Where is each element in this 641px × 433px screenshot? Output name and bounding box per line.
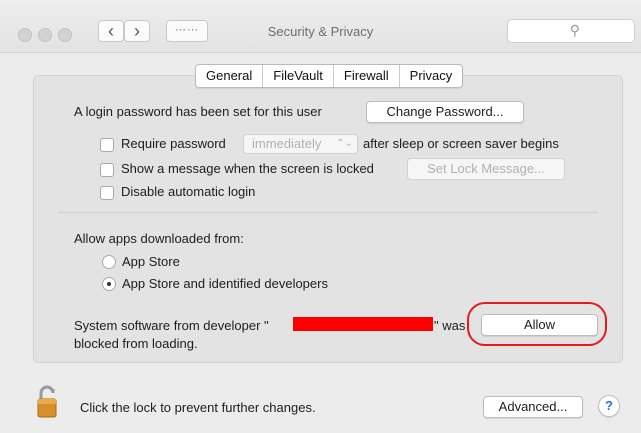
redacted-developer-name	[293, 317, 433, 331]
updown-chevron-icon: ⌃⌄	[336, 138, 353, 149]
help-button[interactable]: ?	[598, 395, 620, 417]
disable-autologin-label: Disable automatic login	[121, 184, 256, 199]
search-input[interactable]: ⚲	[507, 19, 635, 43]
title-bar: ‹ › ⋯⋯ Security & Privacy ⚲	[0, 0, 641, 53]
require-password-checkbox[interactable]	[100, 138, 114, 152]
change-password-button[interactable]: Change Password...	[366, 101, 524, 123]
advanced-button[interactable]: Advanced...	[483, 396, 583, 418]
tab-filevault[interactable]: FileVault	[263, 65, 334, 87]
login-password-label: A login password has been set for this u…	[74, 104, 322, 119]
blocked-suffix: " was	[434, 318, 466, 333]
blocked-line2: blocked from loading.	[74, 336, 198, 351]
require-password-suffix: after sleep or screen saver begins	[363, 136, 559, 151]
disable-autologin-checkbox[interactable]	[100, 186, 114, 200]
blocked-prefix: System software from developer "	[74, 318, 269, 333]
lock-text: Click the lock to prevent further change…	[80, 400, 316, 415]
tab-general[interactable]: General	[196, 65, 264, 87]
section-divider	[58, 212, 598, 213]
set-lock-message-button[interactable]: Set Lock Message...	[407, 158, 565, 180]
radio-app-store[interactable]	[102, 255, 116, 269]
require-password-delay-select[interactable]: immediately ⌃⌄	[243, 134, 358, 154]
radio-app-store-label: App Store	[122, 254, 180, 269]
tab-bar: General FileVault Firewall Privacy	[195, 64, 464, 88]
allow-apps-heading: Allow apps downloaded from:	[74, 231, 244, 246]
search-icon: ⚲	[569, 22, 580, 38]
radio-identified-developers-label: App Store and identified developers	[122, 276, 328, 291]
radio-identified-developers[interactable]	[102, 277, 116, 291]
show-message-label: Show a message when the screen is locked	[121, 161, 374, 176]
highlight-annotation	[467, 302, 607, 346]
show-message-checkbox[interactable]	[100, 163, 114, 177]
require-password-delay-value: immediately	[252, 136, 322, 151]
tab-firewall[interactable]: Firewall	[334, 65, 400, 87]
require-password-label: Require password	[121, 136, 226, 151]
tab-privacy[interactable]: Privacy	[400, 65, 463, 87]
lock-icon[interactable]	[36, 385, 58, 419]
